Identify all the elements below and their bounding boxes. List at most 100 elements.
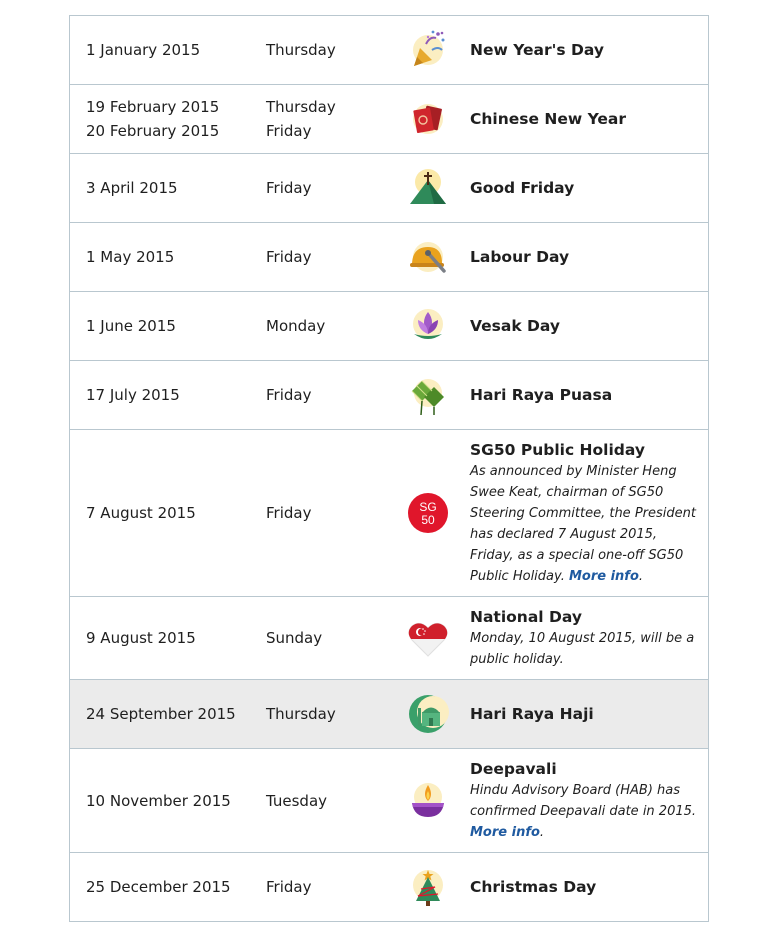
holiday-date: 1 January 2015 <box>86 41 201 59</box>
day-cell: Friday <box>266 153 390 223</box>
icon-cell <box>390 291 470 361</box>
more-info-link[interactable]: More info <box>569 569 639 584</box>
table-row: 7 August 2015 Friday SG 50 SG50 Public H… <box>69 429 709 597</box>
holiday-note: As announced by Minister Heng Swee Keat,… <box>470 461 696 587</box>
party-popper-icon <box>413 30 445 66</box>
date-cell: 1 May 2015 <box>69 222 266 292</box>
holiday-day: Friday <box>266 179 312 197</box>
day-cell: Thursday <box>266 679 390 749</box>
holiday-date: 7 August 2015 <box>86 504 196 522</box>
date-cell: 25 December 2015 <box>69 852 266 922</box>
cross-mountain-icon <box>410 169 446 204</box>
holiday-note: Monday, 10 August 2015, will be a public… <box>470 631 695 667</box>
sg50-logo-icon: SG 50 <box>408 493 448 533</box>
table-row: 1 January 2015 Thursday New Year's Day <box>69 15 709 85</box>
table-row: 10 November 2015 Tuesday Deepavali Hindu… <box>69 748 709 853</box>
table-row: 9 August 2015 Sunday National Day Monday… <box>69 596 709 680</box>
note-text: Hindu Advisory Board (HAB) has confirmed… <box>470 783 697 819</box>
holiday-name: SG50 Public Holiday <box>470 441 645 459</box>
day-cell: Friday <box>266 222 390 292</box>
holiday-name: Hari Raya Haji <box>470 705 594 723</box>
name-cell: Chinese New Year <box>470 84 709 154</box>
holiday-day: Sunday <box>266 629 323 647</box>
christmas-tree-icon <box>413 870 443 906</box>
table-row: 19 February 2015 20 February 2015 Thursd… <box>69 84 709 154</box>
holiday-date: 1 May 2015 <box>86 248 175 266</box>
day-cell: Friday <box>266 429 390 597</box>
holiday-name: Vesak Day <box>470 317 561 335</box>
holiday-date: 17 July 2015 <box>86 386 180 404</box>
name-cell: Good Friday <box>470 153 709 223</box>
holiday-day: Friday <box>266 878 312 896</box>
holiday-day: Friday <box>266 122 312 140</box>
icon-cell <box>390 852 470 922</box>
name-cell: Deepavali Hindu Advisory Board (HAB) has… <box>470 748 709 853</box>
holiday-date: 20 February 2015 <box>86 122 220 140</box>
holiday-date: 10 November 2015 <box>86 791 231 810</box>
public-holidays-table: 1 January 2015 Thursday New Year's Day 1… <box>69 15 709 922</box>
sg50-bottom-text: 50 <box>421 513 435 527</box>
holiday-name: Hari Raya Puasa <box>470 386 613 404</box>
icon-cell <box>390 596 470 680</box>
name-cell: Vesak Day <box>470 291 709 361</box>
holiday-name: New Year's Day <box>470 41 604 59</box>
name-cell: Christmas Day <box>470 852 709 922</box>
singapore-heart-icon <box>408 622 448 657</box>
holiday-name: Deepavali <box>470 760 557 778</box>
icon-cell <box>390 153 470 223</box>
name-cell: Hari Raya Puasa <box>470 360 709 430</box>
holiday-date: 19 February 2015 <box>86 98 220 116</box>
holiday-name: Chinese New Year <box>470 110 627 128</box>
date-cell: 1 January 2015 <box>69 15 266 85</box>
icon-cell <box>390 15 470 85</box>
day-cell: Monday <box>266 291 390 361</box>
crescent-mosque-icon <box>409 695 449 733</box>
icon-cell <box>390 360 470 430</box>
red-packet-icon <box>413 104 443 134</box>
holiday-day: Monday <box>266 317 326 335</box>
more-info-link[interactable]: More info <box>470 825 540 840</box>
holiday-day: Tuesday <box>266 791 328 810</box>
day-cell: Thursday <box>266 15 390 85</box>
icon-cell: SG 50 <box>390 429 470 597</box>
ketupat-icon <box>411 379 444 416</box>
holiday-day: Friday <box>266 248 312 266</box>
day-cell: Sunday <box>266 596 390 680</box>
note-suffix: . <box>539 825 545 840</box>
holiday-name: National Day <box>470 608 582 626</box>
holiday-day: Thursday <box>266 41 336 59</box>
holiday-name: Good Friday <box>470 179 575 197</box>
note-suffix: . <box>638 569 644 584</box>
lotus-icon <box>413 309 443 339</box>
holiday-name: Christmas Day <box>470 878 597 896</box>
holiday-day: Thursday <box>266 98 336 116</box>
day-cell: Thursday Friday <box>266 84 390 154</box>
sg50-top-text: SG <box>419 500 436 514</box>
day-cell: Friday <box>266 852 390 922</box>
date-cell: 24 September 2015 <box>69 679 266 749</box>
holiday-date: 9 August 2015 <box>86 629 196 647</box>
table-row: 17 July 2015 Friday Hari Raya Puasa <box>69 360 709 430</box>
day-cell: Friday <box>266 360 390 430</box>
day-cell: Tuesday <box>266 748 390 853</box>
date-cell: 19 February 2015 20 February 2015 <box>69 84 266 154</box>
hard-hat-icon <box>410 242 446 273</box>
date-cell: 10 November 2015 <box>69 748 266 853</box>
holiday-day: Friday <box>266 504 312 522</box>
holiday-day: Friday <box>266 386 312 404</box>
name-cell: Labour Day <box>470 222 709 292</box>
icon-cell <box>390 679 470 749</box>
holiday-date: 25 December 2015 <box>86 878 231 896</box>
holiday-name: Labour Day <box>470 248 570 266</box>
holiday-date: 1 June 2015 <box>86 317 176 335</box>
holiday-note: Hindu Advisory Board (HAB) has confirmed… <box>470 780 696 843</box>
date-cell: 3 April 2015 <box>69 153 266 223</box>
date-cell: 7 August 2015 <box>69 429 266 597</box>
icon-cell <box>390 748 470 853</box>
holiday-day: Thursday <box>266 705 336 723</box>
date-cell: 17 July 2015 <box>69 360 266 430</box>
holiday-date: 3 April 2015 <box>86 179 178 197</box>
date-cell: 9 August 2015 <box>69 596 266 680</box>
table-row: 1 June 2015 Monday Vesak Day <box>69 291 709 361</box>
icon-cell <box>390 84 470 154</box>
